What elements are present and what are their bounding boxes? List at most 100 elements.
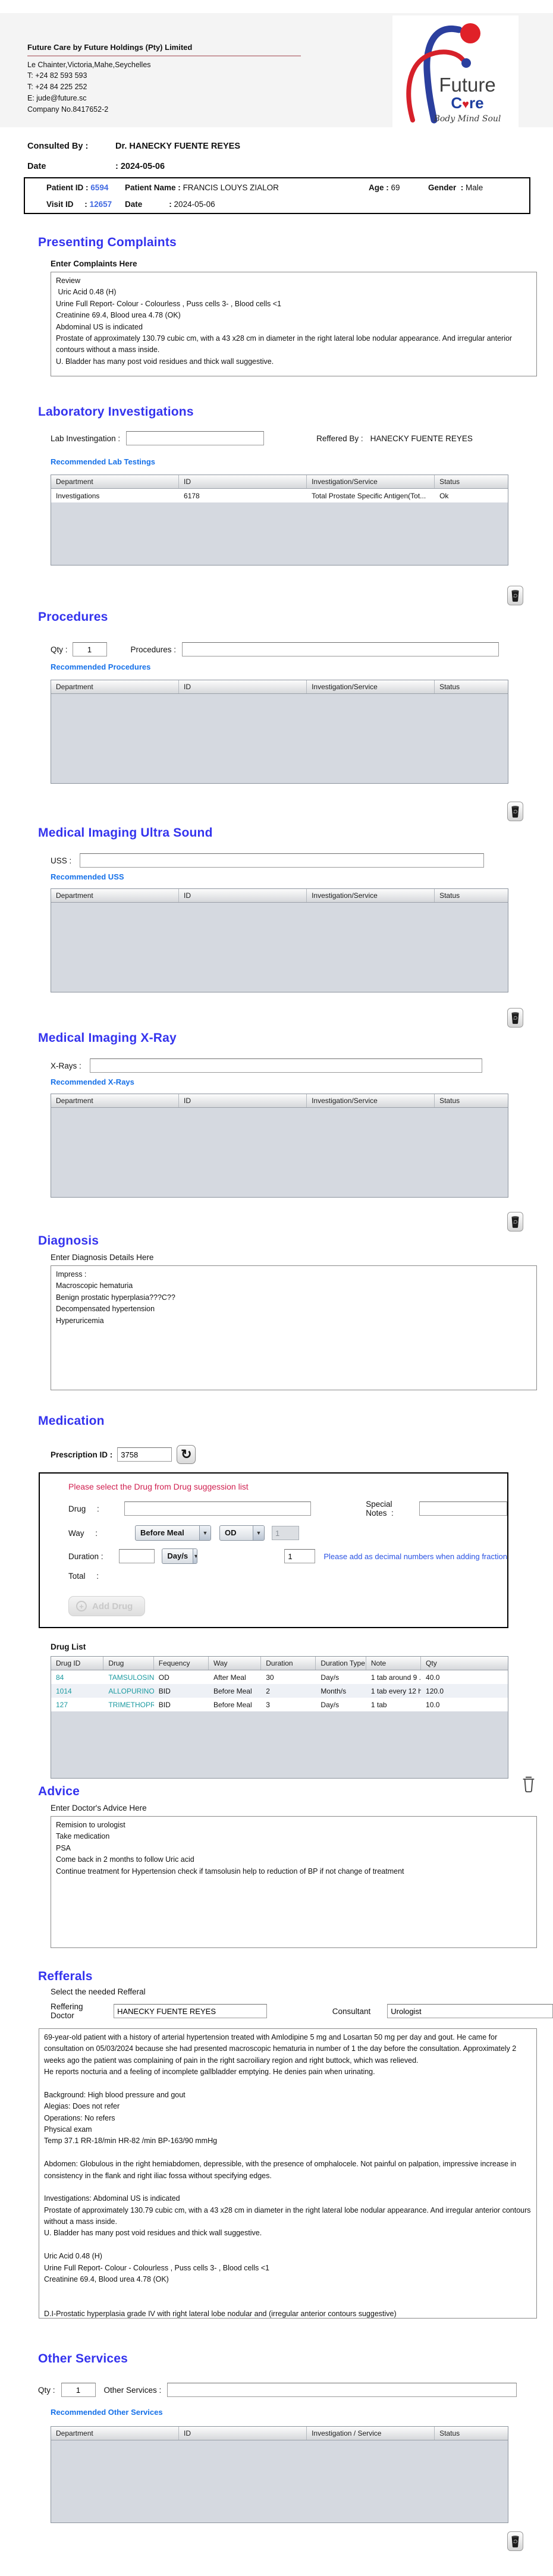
procedures-label: Procedures : — [131, 645, 177, 654]
section-title-refferals: Refferals — [38, 1969, 553, 1984]
visit-date-label: Date — [125, 200, 142, 209]
lab-investigation-input[interactable] — [126, 431, 264, 445]
refresh-icon: ↻ — [181, 1448, 191, 1461]
medication-entry-box: Please select the Drug from Drug suggess… — [39, 1472, 508, 1628]
duration-unit-select[interactable]: Day/s ▼ — [162, 1548, 197, 1564]
section-title-other-services: Other Services — [38, 2352, 553, 2366]
xray-col-status: Status — [435, 1094, 508, 1107]
advice-textarea[interactable]: Remision to urologist Take medication PS… — [51, 1816, 537, 1948]
chevron-down-icon: ▼ — [253, 1526, 264, 1540]
drug-col-way: Way — [209, 1657, 261, 1670]
uss-input[interactable] — [80, 853, 484, 868]
company-address: Le Chainter,Victoria,Mahe,Seychelles — [27, 59, 301, 71]
reffered-by-value: HANECKY FUENTE REYES — [370, 434, 473, 443]
drug-col-note: Note — [366, 1657, 421, 1670]
recommended-uss-link[interactable]: Recommended USS — [51, 872, 124, 881]
uss-col-department: Department — [51, 889, 179, 902]
section-title-presenting-complaints: Presenting Complaints — [38, 235, 553, 250]
duration-input[interactable] — [119, 1549, 155, 1563]
drug-list-label: Drug List — [51, 1642, 553, 1651]
delete-lab-item-button[interactable] — [507, 586, 523, 605]
uss-table: Department ID Investigation/Service Stat… — [51, 888, 508, 992]
drug-col-drug: Drug — [103, 1657, 153, 1670]
xray-col-department: Department — [51, 1094, 179, 1107]
logo-word-care: C♥re — [451, 94, 483, 112]
delete-uss-button[interactable] — [507, 1008, 523, 1028]
procedures-qty-input[interactable] — [73, 642, 107, 656]
delete-other-service-button[interactable] — [507, 2531, 523, 2551]
trash-icon — [510, 1011, 520, 1025]
procedures-table-empty-area — [51, 694, 508, 783]
consult-date-value: : 2024-05-06 — [115, 162, 165, 171]
diagnosis-textarea[interactable]: Impress : Macroscopic hematuria Benign p… — [51, 1265, 537, 1390]
other-services-table: Department ID Investigation / Service St… — [51, 2426, 508, 2523]
drug-row[interactable]: 1014 ALLOPURINOL BID Before Meal 2 Month… — [51, 1684, 508, 1698]
procedures-col-department: Department — [51, 680, 179, 693]
refferal-textarea[interactable]: 69-year-old patient with a history of ar… — [39, 2028, 537, 2319]
complaints-textarea[interactable]: Review Uric Acid 0.48 (H) Urine Full Rep… — [51, 272, 537, 376]
company-phone-2: T: +24 84 225 252 — [27, 81, 301, 93]
consult-date-row: Date : 2024-05-06 — [27, 162, 553, 171]
lab-table-row[interactable]: Investigations 6178 Total Prostate Speci… — [51, 489, 508, 502]
consultant-input[interactable] — [387, 2004, 553, 2018]
tablet-qty-input[interactable] — [284, 1549, 315, 1563]
recommended-xray-link[interactable]: Recommended X-Rays — [51, 1077, 134, 1086]
add-drug-button[interactable]: + Add Drug — [68, 1596, 145, 1616]
consulted-by-row: Consulted By : Dr. HANECKY FUENTE REYES — [27, 142, 553, 151]
other-qty-input[interactable] — [61, 2383, 96, 2397]
frequency-select[interactable]: OD ▼ — [219, 1525, 265, 1541]
drug-col-id: Drug ID — [51, 1657, 103, 1670]
drug-label: Drug : — [68, 1504, 124, 1513]
drug-list-header: Drug ID Drug Fequency Way Duration Durat… — [51, 1657, 508, 1670]
patient-age-value: 69 — [391, 183, 400, 192]
duration-label: Duration : — [68, 1552, 119, 1561]
patient-name-value: FRANCIS LOUYS ZIALOR — [183, 183, 279, 192]
xray-table-empty-area — [51, 1108, 508, 1197]
page-header: Future Care by Future Holdings (Pty) Lim… — [0, 13, 553, 127]
xray-input[interactable] — [90, 1058, 482, 1073]
section-title-ultrasound: Medical Imaging Ultra Sound — [38, 826, 553, 840]
other-services-input[interactable] — [167, 2383, 517, 2397]
consulted-by-value: Dr. HANECKY FUENTE REYES — [115, 142, 240, 151]
recommended-other-services-link[interactable]: Recommended Other Services — [51, 2408, 163, 2417]
logo-heart-icon: ♥ — [462, 98, 469, 111]
reffering-doctor-label: Reffering Doctor — [51, 2002, 106, 2020]
advice-label: Enter Doctor's Advice Here — [51, 1804, 553, 1812]
other-col-department: Department — [51, 2427, 179, 2440]
lab-col-department: Department — [51, 475, 179, 488]
special-notes-input[interactable] — [419, 1501, 507, 1516]
company-phone-1: T: +24 82 593 593 — [27, 70, 301, 81]
logo-tagline: Body Mind Soul — [433, 114, 501, 124]
other-table-empty-area — [51, 2440, 508, 2522]
drug-row[interactable]: 127 TRIMETHOPRIM AI BID Before Meal 3 Da… — [51, 1698, 508, 1711]
drug-row[interactable]: 84 TAMSULOSIN OD After Meal 30 Day/s 1 t… — [51, 1670, 508, 1684]
refresh-prescription-button[interactable]: ↻ — [177, 1445, 196, 1464]
uss-table-header: Department ID Investigation/Service Stat… — [51, 889, 508, 903]
recommended-procedures-link[interactable]: Recommended Procedures — [51, 662, 150, 671]
delete-xray-button[interactable] — [507, 1212, 523, 1232]
procedures-input[interactable] — [182, 642, 499, 656]
other-col-service: Investigation / Service — [307, 2427, 435, 2440]
uss-col-service: Investigation/Service — [307, 889, 435, 902]
complaints-label: Enter Complaints Here — [51, 259, 553, 268]
drug-input[interactable] — [124, 1501, 311, 1516]
consulted-by-label: Consulted By : — [27, 142, 115, 151]
trash-outline-icon — [521, 1775, 536, 1793]
other-col-id: ID — [179, 2427, 307, 2440]
section-title-medication: Medication — [38, 1414, 553, 1428]
recommended-lab-testings-link[interactable]: Recommended Lab Testings — [51, 457, 155, 466]
delete-advice-button[interactable] — [521, 1775, 536, 1795]
prescription-id-input[interactable] — [117, 1447, 172, 1462]
uss-table-empty-area — [51, 903, 508, 992]
patient-summary-box: Patient ID : 6594 Patient Name : FRANCIS… — [24, 177, 530, 214]
delete-procedure-button[interactable] — [507, 802, 523, 821]
xray-col-id: ID — [179, 1094, 307, 1107]
patient-id-label: Patient ID — [46, 183, 83, 192]
other-qty-label: Qty : — [38, 2386, 55, 2395]
trash-icon — [510, 589, 520, 602]
section-title-laboratory-investigations: Laboratory Investigations — [38, 405, 553, 419]
logo-blue-dot — [461, 58, 471, 68]
trash-icon — [510, 1215, 520, 1229]
way-select[interactable]: Before Meal ▼ — [135, 1525, 211, 1541]
reffering-doctor-input[interactable] — [114, 2004, 267, 2018]
